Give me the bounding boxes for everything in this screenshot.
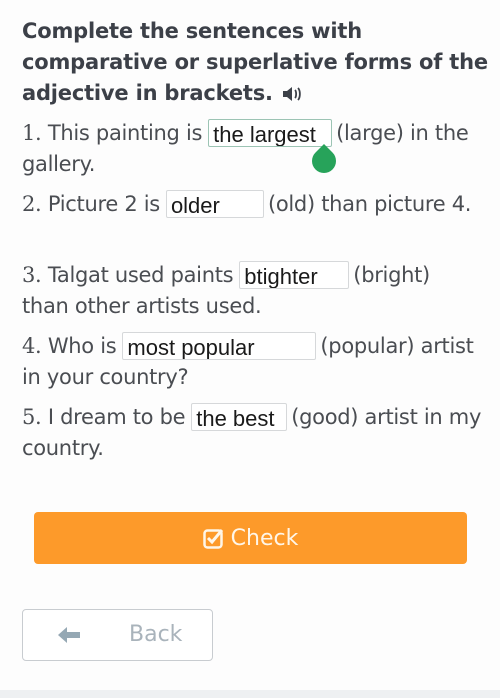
arrow-left-icon	[58, 627, 80, 643]
answer-input-3[interactable]: btighter	[239, 261, 350, 289]
speaker-icon[interactable]	[281, 85, 303, 103]
question-4: 4. Who is most popular (popular) artist in…	[22, 332, 474, 389]
question-1: 1. This painting is the largest (large) in…	[22, 119, 469, 176]
bottom-divider	[0, 690, 500, 698]
question-2: 2. Picture 2 is older (old) than picture 4…	[22, 190, 472, 218]
instruction-title: Complete the sentences with comparative …	[22, 19, 488, 105]
answer-input-4[interactable]: most popular	[122, 332, 317, 360]
answer-input-5[interactable]: the best	[191, 403, 288, 431]
check-button[interactable]: Check	[34, 512, 467, 564]
checkbox-icon	[202, 529, 223, 549]
answer-input-2[interactable]: older	[165, 190, 264, 218]
question-3: 3. Talgat used paints btighter (bright) th…	[22, 261, 430, 318]
back-button[interactable]: Back	[22, 609, 213, 661]
answer-input-1[interactable]: the largest	[208, 119, 333, 147]
question-5: 5. I dream to be the best (good) artist in…	[22, 403, 482, 460]
